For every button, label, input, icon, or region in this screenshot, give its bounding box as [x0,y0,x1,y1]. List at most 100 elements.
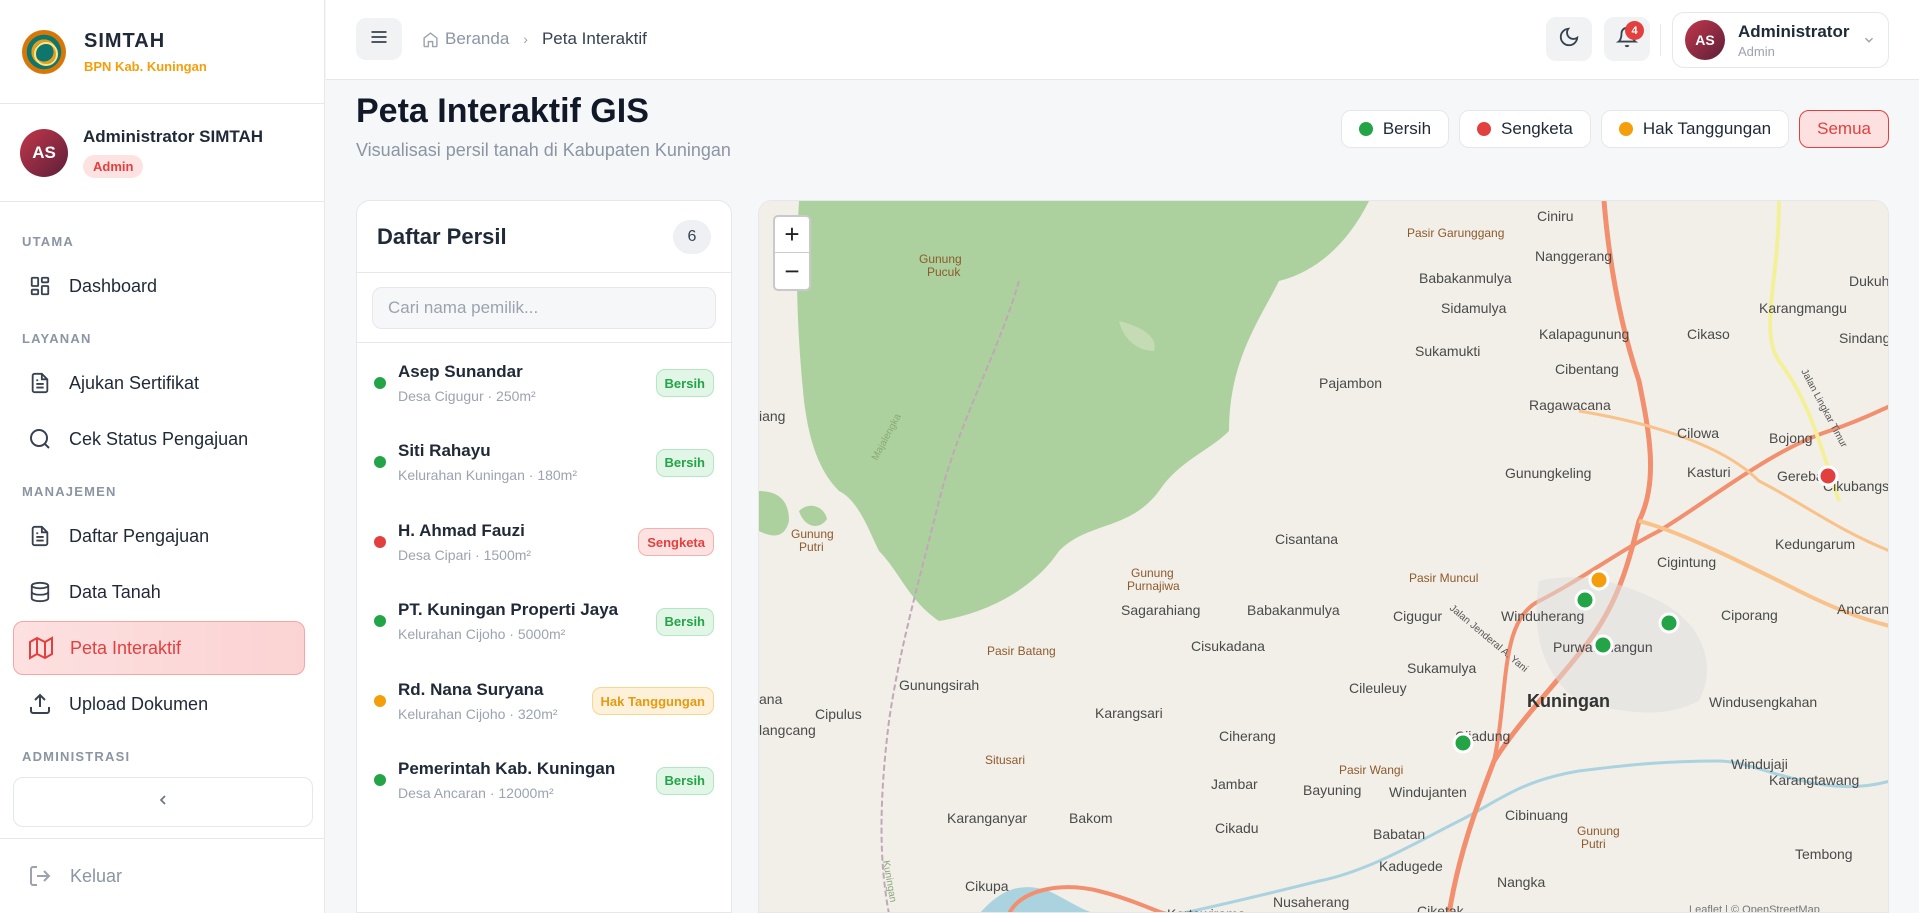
map-label: Sukamukti [1415,343,1480,359]
map-label: Cibinuang [1505,807,1568,823]
avatar: AS [1685,20,1725,60]
breadcrumb-home-label: Beranda [445,29,510,48]
status-badge: Bersih [655,448,714,477]
list-item[interactable]: PT. Kuningan Properti Jaya Kelurahan Cij… [357,582,731,662]
brand-title: SIMTAH [84,29,166,52]
map-label: Pasir Muncul [1409,571,1478,585]
map-label: Kalapagunung [1539,326,1629,342]
map-label: Cisantana [1275,531,1338,547]
user-menu-button[interactable]: AS Administrator Admin [1672,12,1889,68]
filter-semua[interactable]: Semua [1799,110,1889,148]
sidebar-item-daftar-pengajuan[interactable]: Daftar Pengajuan [13,509,305,563]
map-label: Gunung [1577,824,1620,838]
map-label: Gunung [791,527,834,541]
parcel-list-header: Daftar Persil 6 [357,201,731,273]
map-label: Purnajiwa [1127,579,1180,593]
status-dot [1358,122,1373,136]
map-label: Windusengkahan [1709,694,1817,710]
divider [1660,24,1661,56]
map-label: Gunung [919,252,962,266]
parcel-meta: Kelurahan Cijoho · 5000m² [398,626,566,643]
map-label: Sukamulya [1407,660,1476,676]
list-item[interactable]: Pemerintah Kab. Kuningan Desa Ancaran · … [357,741,731,821]
map-label: Cikupa [965,878,1009,894]
parcel-marker[interactable] [1592,634,1614,656]
filter-hak-tanggungan[interactable]: Hak Tanggungan [1600,110,1790,148]
theme-toggle-button[interactable] [1546,17,1592,61]
collapse-sidebar-button[interactable] [13,777,313,827]
filter-sengketa[interactable]: Sengketa [1459,110,1591,148]
map-label: Babatan [1373,826,1425,842]
list-item[interactable]: Siti Rahayu Kelurahan Kuningan · 180m² B… [357,423,731,503]
map-label: Kertawirama [1167,906,1246,913]
nav-section-administrasi: ADMINISTRASI [22,749,131,764]
map-label: Cikadu [1215,820,1259,836]
status-dot [374,615,386,628]
list-item[interactable]: H. Ahmad Fauzi Desa Cipari · 1500m² Seng… [357,502,731,582]
parcel-meta: Kelurahan Kuningan · 180m² [398,467,578,484]
status-dot [374,535,386,548]
page-title: Peta Interaktif GIS [356,92,649,130]
map-tiles[interactable]: Gunung Pucuk Pasir Garunggang Ciniru Nan… [759,201,1889,913]
parcel-owner: Pemerintah Kab. Kuningan [398,759,616,779]
breadcrumb-home[interactable]: Beranda [422,29,509,49]
map-label: Kadugede [1379,858,1443,874]
sidebar-item-label: Peta Interaktif [70,637,182,658]
map-label: Gunungsirah [899,677,979,693]
map-label: Cilowa [1677,425,1719,441]
list-item[interactable]: Asep Sunandar Desa Cigugur · 250m² Bersi… [357,343,731,423]
parcel-meta: Desa Cigugur · 250m² [398,387,536,404]
parcel-owner: Asep Sunandar [398,361,523,381]
map-label: Pasir Batang [987,644,1056,658]
sidebar: SIMTAH BPN Kab. Kuningan AS Administrato… [0,0,325,913]
brand-subtitle: BPN Kab. Kuningan [84,58,207,74]
map-label: Karanganyar [947,810,1028,826]
logout-icon [28,864,52,888]
sidebar-item-dashboard[interactable]: Dashboard [13,259,305,313]
zoom-in-button[interactable]: + [775,217,809,253]
status-dot [1477,122,1492,136]
parcel-marker[interactable] [1452,732,1474,754]
parcel-marker[interactable] [1658,612,1680,634]
sidebar-item-cek-status[interactable]: Cek Status Pengajuan [13,412,305,466]
sidebar-user-card: AS Administrator SIMTAH Admin [0,104,324,202]
logout-button[interactable]: Keluar [0,838,325,913]
map-label: Ancaran [1837,601,1889,617]
status-filter: Bersih Sengketa Hak Tanggungan Semua [1340,110,1889,148]
parcel-meta: Desa Cipari · 1500m² [398,546,532,563]
map-label: Putri [1581,837,1606,851]
chevron-right-icon: › [523,31,528,47]
sidebar-item-peta-interaktif[interactable]: Peta Interaktif [13,621,305,675]
search-input[interactable] [372,287,716,329]
parcel-marker[interactable] [1817,465,1839,487]
parcel-marker[interactable] [1588,569,1610,591]
grid-icon [27,273,53,299]
sidebar-item-label: Daftar Pengajuan [69,525,210,546]
list-item[interactable]: Rd. Nana Suryana Kelurahan Cijoho · 320m… [357,661,731,741]
map-label: Kuningan [1527,691,1610,711]
status-dot [374,774,386,787]
zoom-out-button[interactable]: − [775,253,809,289]
sidebar-item-ajukan-sertifikat[interactable]: Ajukan Sertifikat [13,356,305,410]
notification-button[interactable]: 4 [1604,17,1650,61]
sidebar-item-upload-dokumen[interactable]: Upload Dokumen [13,677,305,731]
parcel-marker[interactable] [1574,589,1596,611]
page-subtitle: Visualisasi persil tanah di Kabupaten Ku… [356,140,731,160]
status-badge: Bersih [655,369,714,397]
filter-bersih[interactable]: Bersih [1340,110,1450,148]
map-label: Cileuleuy [1349,680,1407,696]
map-label: Kedungarum [1775,536,1855,552]
user-role: Admin [1738,43,1775,59]
menu-toggle-button[interactable] [356,18,402,60]
sidebar-item-label: Cek Status Pengajuan [69,428,249,449]
map-label: Tembong [1795,846,1853,862]
upload-icon [27,691,53,717]
map-label: Cipulus [815,706,862,722]
map-label: iang [759,408,785,424]
chevron-down-icon [1862,33,1876,52]
gis-map[interactable]: Gunung Pucuk Pasir Garunggang Ciniru Nan… [758,200,1889,913]
filter-label: Bersih [1382,119,1432,138]
sidebar-item-data-tanah[interactable]: Data Tanah [13,565,305,619]
search-icon [27,426,53,452]
map-label: Pucuk [927,265,961,279]
